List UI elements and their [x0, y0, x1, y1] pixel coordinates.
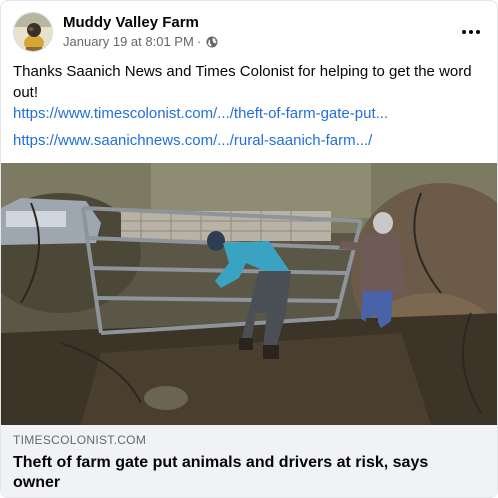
link-preview-image[interactable]	[1, 163, 497, 425]
post-timestamp[interactable]: January 19 at 8:01 PM	[63, 34, 194, 49]
post-text: Thanks Saanich News and Times Colonist f…	[13, 63, 472, 101]
link-preview-domain: TIMESCOLONIST.COM	[13, 433, 147, 447]
more-horizontal-icon	[462, 30, 466, 34]
page-name[interactable]: Muddy Valley Farm	[63, 14, 199, 31]
more-options-button[interactable]	[457, 18, 485, 46]
post-link-times-colonist[interactable]: https://www.timescolonist.com/.../theft-…	[13, 105, 388, 122]
link-preview-card[interactable]: TIMESCOLONIST.COM Theft of farm gate put…	[1, 425, 497, 497]
post-link-saanich-news[interactable]: https://www.saanichnews.com/.../rural-sa…	[13, 132, 372, 149]
post-meta: January 19 at 8:01 PM ·	[63, 34, 218, 49]
more-dot	[476, 30, 480, 34]
page-avatar[interactable]	[13, 12, 53, 52]
facebook-post: Muddy Valley Farm January 19 at 8:01 PM …	[0, 0, 498, 498]
meta-separator: ·	[196, 34, 202, 49]
post-header: Muddy Valley Farm January 19 at 8:01 PM …	[13, 12, 485, 54]
link-preview-headline[interactable]: Theft of farm gate put animals and drive…	[13, 453, 473, 493]
more-dot	[469, 30, 473, 34]
globe-icon	[206, 36, 218, 48]
